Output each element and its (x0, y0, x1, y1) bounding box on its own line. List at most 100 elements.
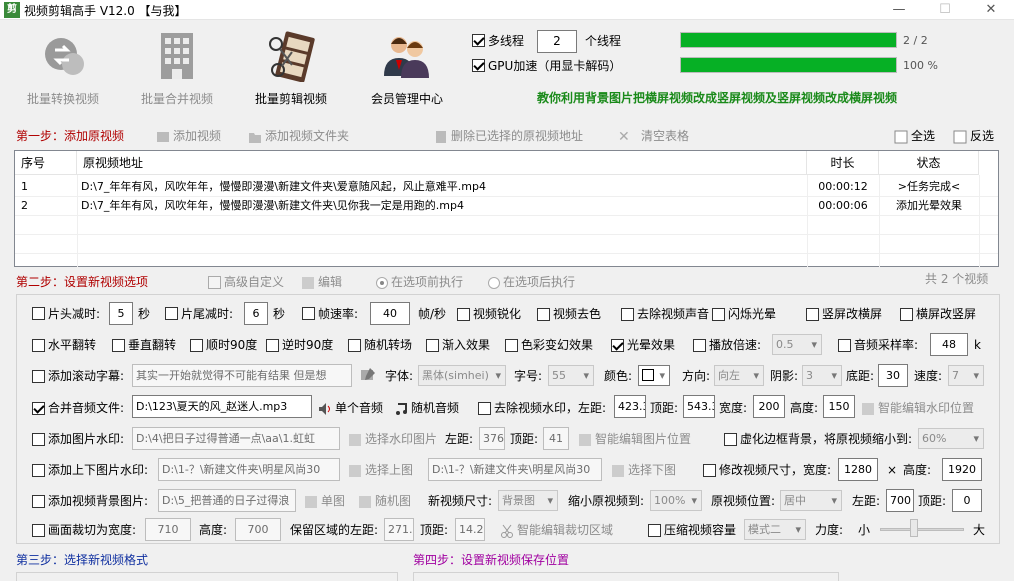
random-audio-button[interactable]: 随机音频 (394, 400, 459, 416)
strength-slider-thumb[interactable] (910, 519, 918, 537)
frame-rate-input[interactable]: 40 (370, 302, 410, 325)
smart-image-button[interactable]: 智能编辑图片位置 (578, 431, 691, 447)
clear-table-button[interactable]: ✕ 清空表格 (618, 128, 689, 144)
resize-checkbox[interactable]: 修改视频尺寸，宽度: (703, 462, 831, 478)
speed-select[interactable]: 0.5 (772, 334, 822, 355)
table-row-1-path[interactable]: D:\7_年年有风，风吹年年，慢慢即漫漫\新建文件夹\爱意随风起，风止意难平.m… (81, 177, 805, 196)
h2v-checkbox[interactable]: 横屏改竖屏 (900, 306, 976, 322)
header-status[interactable]: 状态 (879, 151, 979, 175)
audio-path-input[interactable]: D:\123\夏天的风_赵迷人.mp3 (132, 395, 312, 418)
samplerate-checkbox[interactable]: 音频采样率: (838, 337, 918, 353)
after-radio[interactable]: 在选项后执行 (488, 274, 575, 290)
tail-trim-input[interactable]: 6 (244, 302, 268, 325)
crop-checkbox[interactable]: 画面裁切为宽度: (32, 522, 136, 538)
batch-edit-button[interactable]: 批量剪辑视频 (236, 30, 346, 107)
sharpen-checkbox[interactable]: 视频锐化 (457, 306, 521, 322)
select-all-button[interactable]: 全选 (894, 128, 935, 144)
ccw90-checkbox[interactable]: 逆时90度 (266, 337, 333, 353)
font-size-select[interactable]: 55 (548, 365, 594, 386)
add-video-button[interactable]: 添加视频 (156, 128, 221, 144)
scroll-speed-select[interactable]: 7 (948, 365, 984, 386)
wm-width-input[interactable]: 200 (753, 395, 785, 418)
image-watermark-path[interactable]: D:\4\把日子过得普通一点\aa\1.虹虹 (132, 427, 340, 450)
single-audio-button[interactable]: 单个音频 (318, 400, 383, 416)
edit-button[interactable]: 编辑 (301, 274, 342, 290)
shrink-select[interactable]: 100% (650, 490, 702, 511)
crop-height-input[interactable]: 700 (235, 518, 281, 541)
blur-select[interactable]: 60% (918, 428, 984, 449)
samplerate-input[interactable]: 48 (930, 333, 968, 356)
compress-mode-select[interactable]: 模式二 (744, 519, 806, 540)
table-row-2-path[interactable]: D:\7_年年有风，风吹年年，慢慢即漫漫\新建文件夹\见你我一定是用跑的.mp4 (81, 196, 805, 215)
top-image-path[interactable]: D:\1-？\新建文件夹\明星风尚30 (158, 458, 340, 481)
keep-top-input[interactable]: 14.28 (455, 518, 485, 541)
shadow-select[interactable]: 3 (802, 365, 842, 386)
color-fx-checkbox[interactable]: 色彩变幻效果 (505, 337, 593, 353)
bg-image-path[interactable]: D:\5_把普通的日子过得浪 (158, 489, 296, 512)
choose-bottom-button[interactable]: 选择下图 (611, 462, 676, 478)
keep-left-input[interactable]: 271.4 (384, 518, 414, 541)
flash-checkbox[interactable]: 闪烁光晕 (712, 306, 776, 322)
speed-checkbox[interactable]: 播放倍速: (693, 337, 761, 353)
header-duration[interactable]: 时长 (807, 151, 879, 175)
choose-top-button[interactable]: 选择上图 (348, 462, 413, 478)
new-size-select[interactable]: 背景图 (498, 490, 558, 511)
img-top-input[interactable]: 41 (543, 427, 569, 450)
choose-watermark-button[interactable]: 选择水印图片 (348, 431, 437, 447)
strength-slider-track[interactable] (880, 528, 964, 531)
batch-merge-button[interactable]: 批量合并视频 (122, 30, 232, 107)
close-button[interactable]: ✕ (968, 0, 1014, 20)
advanced-checkbox[interactable]: 高级自定义 (208, 274, 284, 290)
blur-bg-checkbox[interactable]: 虚化边框背景，将原视频缩小到: (724, 431, 912, 447)
fadein-checkbox[interactable]: 渐入效果 (426, 337, 490, 353)
remove-audio-checkbox[interactable]: 去除视频声音 (621, 306, 709, 322)
scroll-text-checkbox[interactable]: 添加滚动字幕: (32, 368, 124, 384)
scroll-text-input[interactable]: 其实一开始就觉得不可能有结果 但是想 (132, 364, 352, 387)
bg-top-input[interactable]: 0 (952, 489, 982, 512)
cw90-checkbox[interactable]: 顺时90度 (190, 337, 257, 353)
bottom-input[interactable]: 30 (878, 364, 908, 387)
minimize-button[interactable]: — (876, 0, 922, 20)
batch-convert-button[interactable]: 批量转换视频 (8, 30, 118, 107)
crop-width-input[interactable]: 710 (145, 518, 191, 541)
image-watermark-checkbox[interactable]: 添加图片水印: (32, 431, 124, 447)
random-image-button[interactable]: 随机图 (358, 493, 411, 509)
before-radio[interactable]: 在选项前执行 (376, 274, 463, 290)
orig-pos-select[interactable]: 居中 (780, 490, 842, 511)
direction-select[interactable]: 向左 (714, 365, 764, 386)
img-left-input[interactable]: 376 (479, 427, 505, 450)
video-table[interactable]: 序号 原视频地址 时长 状态 1 D:\7_年年有风，风吹年年，慢慢即漫漫\新建… (14, 150, 999, 267)
compress-checkbox[interactable]: 压缩视频容量 (648, 522, 736, 538)
vflip-checkbox[interactable]: 垂直翻转 (112, 337, 176, 353)
wm-left-input[interactable]: 423.3 (614, 395, 646, 418)
head-trim-input[interactable]: 5 (109, 302, 133, 325)
font-select[interactable]: 黑体(simhei) (418, 365, 506, 386)
multithread-checkbox[interactable] (472, 33, 485, 47)
add-folder-button[interactable]: 添加视频文件夹 (248, 128, 349, 144)
gpu-checkbox[interactable] (472, 58, 485, 72)
merge-audio-checkbox[interactable]: 合并音频文件: (32, 400, 124, 416)
promo-link[interactable]: 教你利用背景图片把横屏视频改成竖屏视频及竖屏视频改成横屏视频 (537, 90, 897, 106)
v2h-checkbox[interactable]: 竖屏改横屏 (806, 306, 882, 322)
thread-count-input[interactable]: 2 (537, 30, 577, 53)
bg-image-checkbox[interactable]: 添加视频背景图片: (32, 493, 148, 509)
maximize-button[interactable]: ☐ (922, 0, 968, 20)
wm-height-input[interactable]: 150 (823, 395, 855, 418)
header-path[interactable]: 原视频地址 (77, 151, 807, 175)
resize-height-input[interactable]: 1920 (942, 458, 982, 481)
wm-top-input[interactable]: 543.3 (683, 395, 715, 418)
remove-watermark-checkbox[interactable]: 去除视频水印，左距: (478, 400, 606, 416)
invert-select-button[interactable]: 反选 (953, 128, 994, 144)
delete-selected-button[interactable]: 删除已选择的原视频地址 (434, 128, 583, 144)
single-image-button[interactable]: 单图 (304, 493, 345, 509)
header-index[interactable]: 序号 (15, 151, 77, 175)
color-select[interactable] (638, 365, 670, 386)
frame-rate-checkbox[interactable] (302, 306, 315, 320)
smart-watermark-button[interactable]: 智能编辑水印位置 (861, 400, 974, 416)
member-center-button[interactable]: 会员管理中心 (352, 30, 462, 107)
decolor-checkbox[interactable]: 视频去色 (537, 306, 601, 322)
text-edit-icon[interactable] (360, 367, 376, 386)
rand-trans-checkbox[interactable]: 随机转场 (348, 337, 412, 353)
resize-width-input[interactable]: 1280 (838, 458, 878, 481)
tail-trim-checkbox[interactable] (165, 306, 178, 320)
